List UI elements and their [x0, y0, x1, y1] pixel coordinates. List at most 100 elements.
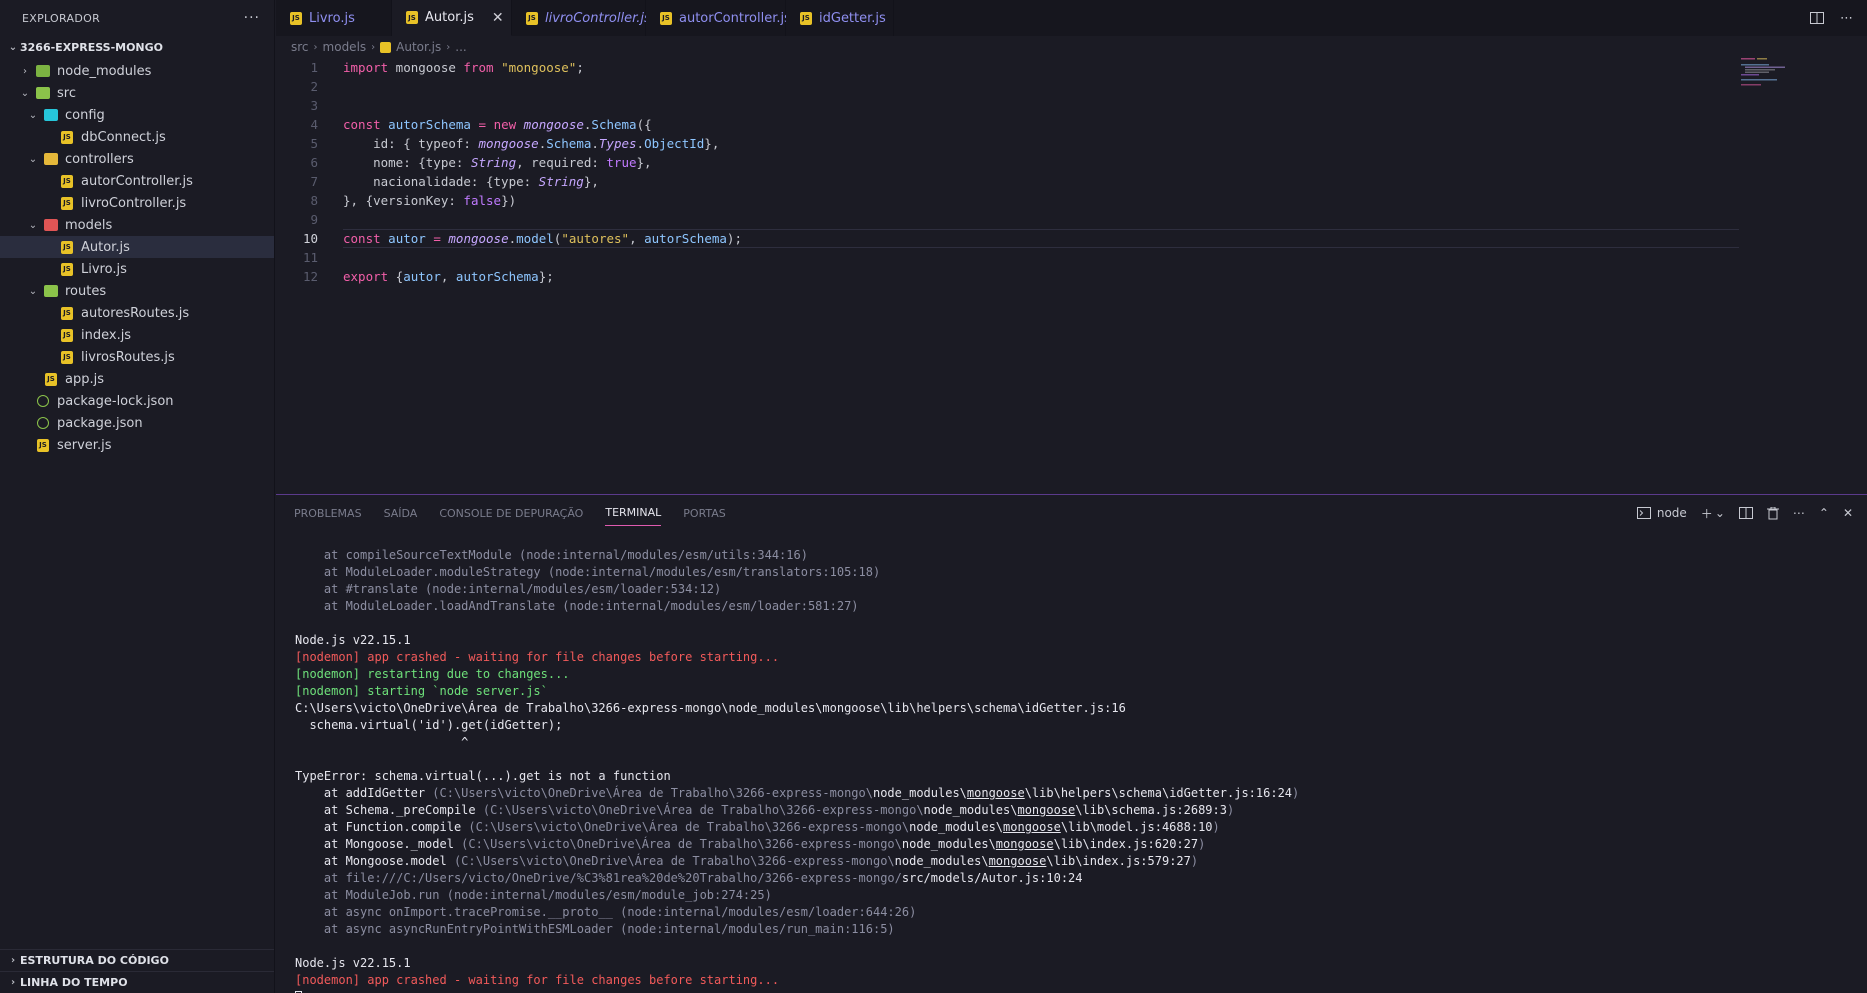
chevron-down-icon: ⌄	[8, 41, 18, 53]
terminal-line-error: [nodemon] app crashed - waiting for file…	[295, 650, 780, 664]
js-file-icon: JS	[61, 262, 73, 276]
split-terminal-icon[interactable]	[1738, 507, 1753, 519]
stack-link[interactable]: mongoose	[989, 854, 1047, 868]
close-icon[interactable]: ✕	[492, 10, 504, 26]
project-root[interactable]: ⌄ 3266-EXPRESS-MONGO	[0, 36, 274, 58]
stack-link[interactable]: mongoose	[1017, 803, 1075, 817]
chevron-down-icon[interactable]: ⌄	[1715, 506, 1725, 520]
line-number: 1	[310, 60, 318, 75]
code-line: 11	[276, 248, 1867, 267]
tab-label: Autor.js	[425, 10, 474, 25]
timeline-section[interactable]: › LINHA DO TEMPO	[0, 971, 274, 993]
tree-item-routes[interactable]: ⌄ routes	[0, 280, 274, 302]
tree-item-dbconnect[interactable]: JS dbConnect.js	[0, 126, 274, 148]
stack-path: (C:\Users\victo\OneDrive\Área de Trabalh…	[468, 820, 910, 834]
terminal-line: at ModuleJob.run (node:internal/modules/…	[295, 888, 772, 902]
tree-item-livrosroutes[interactable]: JS livrosRoutes.js	[0, 346, 274, 368]
tree-item-label: dbConnect.js	[81, 129, 166, 145]
terminal-shell-name[interactable]: node	[1657, 506, 1687, 520]
tab-livro[interactable]: JS Livro.js	[276, 0, 392, 36]
breadcrumb-item[interactable]: models	[323, 40, 367, 54]
minimap[interactable]	[1741, 58, 1801, 86]
stack-link[interactable]: src/models/Autor.js:10:24	[902, 871, 1083, 885]
tree-item-controllers[interactable]: ⌄ controllers	[0, 148, 274, 170]
tab-autorcontroller[interactable]: JS autorController.js	[646, 0, 791, 36]
line-number: 7	[310, 174, 318, 189]
split-editor-icon[interactable]	[1810, 12, 1824, 24]
panel-tabs: PROBLEMAS SAÍDA CONSOLE DE DEPURAÇÃO TER…	[276, 495, 1867, 531]
tab-autor[interactable]: JS Autor.js ✕	[392, 0, 512, 36]
folder-open-icon	[44, 153, 58, 165]
tree-item-node-modules[interactable]: › node_modules	[0, 60, 274, 82]
chevron-down-icon: ⌄	[20, 87, 30, 99]
breadcrumb-item[interactable]: Autor.js	[396, 40, 441, 54]
tab-problems[interactable]: PROBLEMAS	[294, 501, 362, 526]
tree-item-config[interactable]: ⌄ config	[0, 104, 274, 126]
tab-debug-console[interactable]: CONSOLE DE DEPURAÇÃO	[439, 501, 583, 526]
tree-item-models[interactable]: ⌄ models	[0, 214, 274, 236]
tab-actions: ⋯	[1796, 0, 1867, 36]
stack-frame: at file:///C:/Users/victo/OneDrive/%C3%8…	[295, 871, 902, 885]
plus-icon[interactable]: ＋	[1701, 505, 1713, 522]
stack-path: )	[1190, 854, 1199, 868]
js-file-icon: JS	[61, 174, 73, 188]
folder-icon	[36, 65, 50, 77]
outline-section[interactable]: › ESTRUTURA DO CÓDIGO	[0, 949, 274, 971]
stack-link[interactable]: mongoose	[967, 786, 1025, 800]
tab-terminal[interactable]: TERMINAL	[605, 500, 662, 526]
breadcrumb-item[interactable]: ...	[455, 40, 466, 54]
tree-item-autoresroutes[interactable]: JS autoresRoutes.js	[0, 302, 274, 324]
chevron-right-icon: ›	[446, 41, 451, 53]
tree-item-livro[interactable]: JS Livro.js	[0, 258, 274, 280]
stack-link[interactable]: mongoose	[996, 837, 1054, 851]
stack-frame: at addIdGetter	[295, 786, 433, 800]
breadcrumb: src › models › Autor.js › ...	[276, 36, 1867, 58]
stack-frame: at Schema._preCompile	[295, 803, 483, 817]
more-actions-icon[interactable]: ⋯	[1840, 11, 1853, 26]
code-text: const autorSchema = new mongoose.Schema(…	[343, 117, 652, 132]
tree-item-app[interactable]: JS app.js	[0, 368, 274, 390]
terminal-line: at async onImport.tracePromise.__proto__…	[295, 905, 917, 919]
tree-item-autorcontroller[interactable]: JS autorController.js	[0, 170, 274, 192]
section-label: LINHA DO TEMPO	[20, 976, 128, 989]
code-line: 6 nome: {type: String, required: true},	[276, 153, 1867, 172]
tree-item-livrocontroller[interactable]: JS livroController.js	[0, 192, 274, 214]
code-line: 5 id: { typeof: mongoose.Schema.Types.Ob…	[276, 134, 1867, 153]
tab-output[interactable]: SAÍDA	[384, 501, 418, 526]
code-text: nacionalidade: {type: String},	[343, 174, 599, 189]
code-text: nome: {type: String, required: true},	[343, 155, 652, 170]
tree-item-package[interactable]: package.json	[0, 412, 274, 434]
stack-link[interactable]: mongoose	[1003, 820, 1061, 834]
tree-item-src[interactable]: ⌄ src	[0, 82, 274, 104]
stack-path: (C:\Users\victo\OneDrive\Área de Trabalh…	[482, 803, 924, 817]
trash-icon[interactable]	[1766, 506, 1779, 520]
chevron-down-icon: ⌄	[28, 285, 38, 297]
tab-idgetter[interactable]: JS idGetter.js	[786, 0, 894, 36]
tab-livrocontroller[interactable]: JS livroController.js	[512, 0, 651, 36]
tree-item-server[interactable]: JS server.js	[0, 434, 274, 456]
tree-item-package-lock[interactable]: package-lock.json	[0, 390, 274, 412]
code-text: import mongoose from "mongoose";	[343, 60, 584, 75]
tree-item-index[interactable]: JS index.js	[0, 324, 274, 346]
close-icon[interactable]: ✕	[1843, 506, 1853, 520]
breadcrumb-item[interactable]: src	[291, 40, 309, 54]
tab-ports[interactable]: PORTAS	[683, 501, 726, 526]
panel-actions: node ＋ ⌄ ⋯ ⌃ ✕	[1636, 505, 1867, 522]
terminal-line: at #translate (node:internal/modules/esm…	[295, 582, 722, 596]
chevron-up-icon[interactable]: ⌃	[1819, 506, 1829, 520]
code-editor[interactable]: 1 import mongoose from "mongoose"; 2 3 4…	[276, 58, 1867, 493]
chevron-down-icon: ⌄	[28, 109, 38, 121]
line-number: 8	[310, 193, 318, 208]
tab-label: Livro.js	[309, 10, 355, 26]
tab-label: idGetter.js	[819, 10, 886, 26]
more-actions-icon[interactable]: ⋯	[1793, 506, 1805, 520]
terminal-output[interactable]: at compileSourceTextModule (node:interna…	[276, 530, 1867, 993]
tree-item-label: livroController.js	[81, 195, 187, 211]
line-number: 10	[302, 231, 318, 246]
tree-item-label: node_modules	[57, 63, 152, 79]
tree-item-label: livrosRoutes.js	[81, 349, 175, 365]
js-file-icon: JS	[61, 130, 73, 144]
more-actions-icon[interactable]: ···	[244, 10, 260, 26]
tree-item-autor[interactable]: JS Autor.js	[0, 236, 274, 258]
